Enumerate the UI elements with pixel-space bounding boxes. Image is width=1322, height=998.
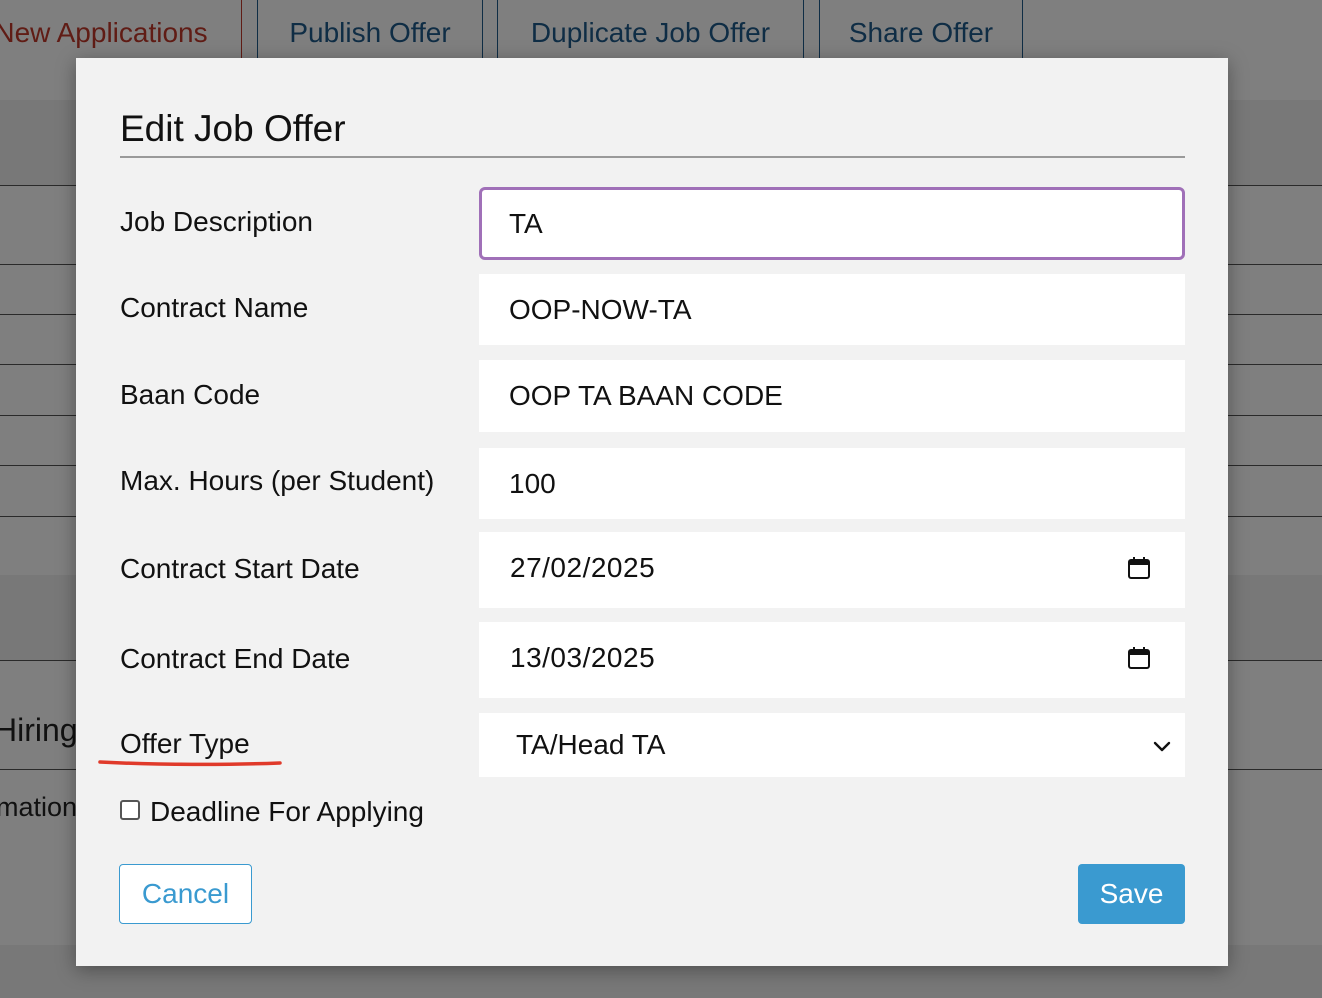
contract-end-date-input[interactable]: 13/03/2025 bbox=[479, 622, 1185, 698]
job-description-input[interactable] bbox=[479, 187, 1185, 260]
annotation-underline bbox=[98, 760, 282, 767]
contract-name-input[interactable] bbox=[479, 274, 1185, 345]
calendar-icon[interactable] bbox=[1127, 556, 1151, 580]
deadline-checkbox-label[interactable]: Deadline For Applying bbox=[150, 796, 424, 828]
baan-code-label: Baan Code bbox=[120, 379, 261, 410]
calendar-icon[interactable] bbox=[1127, 646, 1151, 670]
modal-title: Edit Job Offer bbox=[120, 108, 346, 149]
max-hours-input[interactable] bbox=[479, 448, 1185, 519]
edit-job-offer-modal: Edit Job Offer Job Description Contract … bbox=[76, 58, 1228, 966]
offer-type-selected-value: TA/Head TA bbox=[516, 729, 666, 760]
cancel-button[interactable]: Cancel bbox=[119, 864, 252, 924]
offer-type-select[interactable]: TA/Head TA bbox=[479, 713, 1185, 777]
job-description-label: Job Description bbox=[120, 206, 313, 237]
deadline-checkbox[interactable] bbox=[120, 800, 140, 820]
title-divider bbox=[120, 156, 1185, 158]
max-hours-label: Max. Hours (per Student) bbox=[120, 465, 435, 496]
contract-name-label: Contract Name bbox=[120, 292, 309, 323]
chevron-down-icon bbox=[1153, 741, 1171, 752]
contract-end-date-value: 13/03/2025 bbox=[510, 642, 656, 673]
contract-start-date-label: Contract Start Date bbox=[120, 553, 360, 584]
contract-start-date-value: 27/02/2025 bbox=[510, 552, 656, 583]
save-button[interactable]: Save bbox=[1078, 864, 1185, 924]
contract-start-date-input[interactable]: 27/02/2025 bbox=[479, 532, 1185, 608]
contract-end-date-label: Contract End Date bbox=[120, 643, 351, 674]
baan-code-input[interactable] bbox=[479, 360, 1185, 432]
